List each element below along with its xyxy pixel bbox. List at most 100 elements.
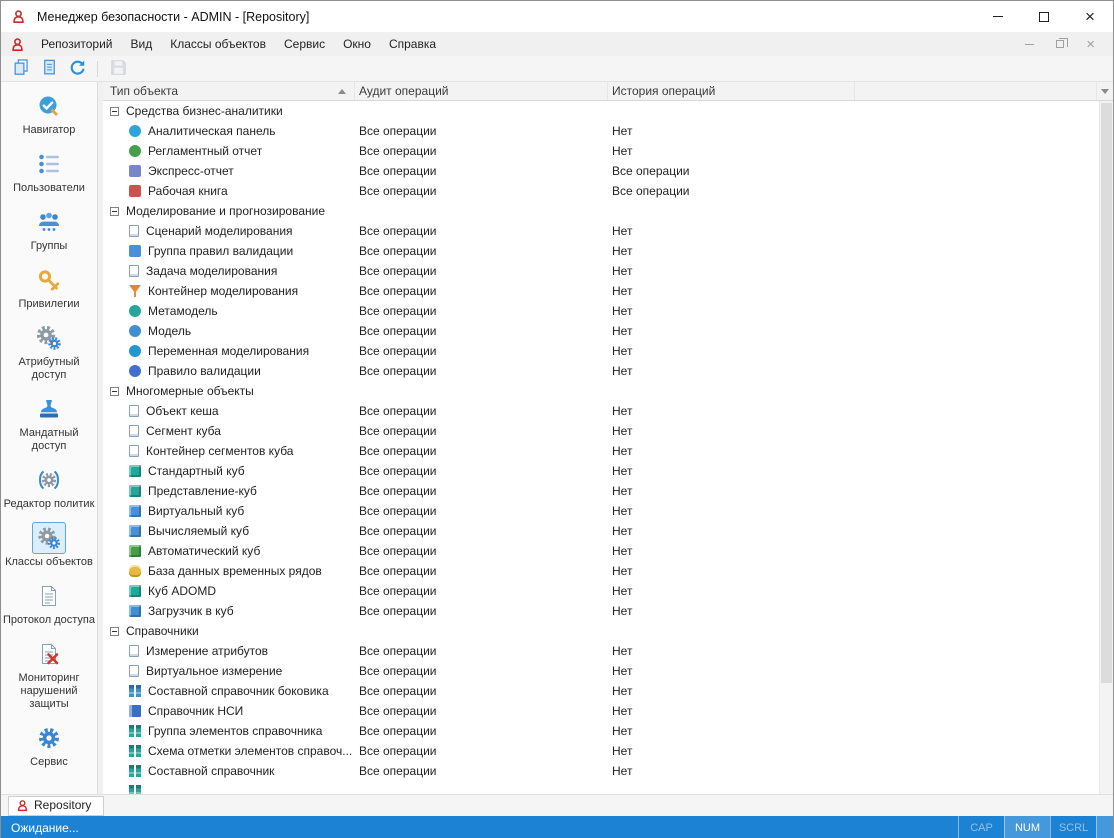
table-row[interactable]: Переменная моделированияВсе операцииНет [103, 341, 1113, 361]
table-row[interactable]: МетамодельВсе операцииНет [103, 301, 1113, 321]
group-row[interactable]: Моделирование и прогнозирование [103, 201, 1113, 221]
table-row[interactable]: Объект кешаВсе операцииНет [103, 401, 1113, 421]
menu-item-0[interactable]: Репозиторий [32, 33, 122, 55]
object-type-label: Сегмент куба [146, 424, 221, 438]
table-row[interactable]: Виртуальное измерениеВсе операцииНет [103, 661, 1113, 681]
table-row[interactable]: Группа правил валидацииВсе операцииНет [103, 241, 1113, 261]
table-row[interactable]: Группа элементов справочникаВсе операции… [103, 721, 1113, 741]
table-row[interactable]: Стандартный кубВсе операцииНет [103, 461, 1113, 481]
collapse-icon[interactable] [110, 387, 119, 396]
audit-value: Все операции [355, 481, 608, 501]
mdi-restore-icon[interactable] [1056, 40, 1064, 48]
minimize-button[interactable] [975, 1, 1021, 32]
object-type-icon [129, 605, 141, 617]
column-header-audit[interactable]: Аудит операций [355, 82, 608, 100]
object-type-icon [129, 765, 141, 777]
table-row[interactable]: Правило валидацииВсе операцииНет [103, 361, 1113, 381]
tab-label: Repository [34, 798, 91, 812]
group-row[interactable]: Многомерные объекты [103, 381, 1113, 401]
sidebar-item-object-classes[interactable]: Классы объектов [1, 517, 97, 575]
column-header-history[interactable]: История операций [608, 82, 855, 100]
sidebar-item-access-log[interactable]: Протокол доступа [1, 575, 97, 633]
sidebar-item-policy-editor[interactable]: Редактор политик [1, 459, 97, 517]
close-button[interactable] [1067, 1, 1113, 32]
table-row[interactable]: Загрузчик в кубВсе операцииНет [103, 601, 1113, 621]
table-row[interactable]: Контейнер сегментов кубаВсе операцииНет [103, 441, 1113, 461]
sidebar-item-label: Группы [31, 240, 68, 253]
history-value: Все операции [608, 181, 855, 201]
maximize-button[interactable] [1021, 1, 1067, 32]
history-value: Нет [608, 361, 855, 381]
collapse-icon[interactable] [110, 627, 119, 636]
table-body: Средства бизнес-аналитики Аналитическая п… [103, 101, 1113, 794]
table-row[interactable]: Справочник НСИВсе операцииНет [103, 701, 1113, 721]
object-type-label: Контейнер моделирования [148, 284, 298, 298]
table-row[interactable]: Сценарий моделированияВсе операцииНет [103, 221, 1113, 241]
table-row[interactable]: Сегмент кубаВсе операцииНет [103, 421, 1113, 441]
audit-value: Все операции [355, 301, 608, 321]
table-row[interactable]: МодельВсе операцииНет [103, 321, 1113, 341]
new-button[interactable] [8, 58, 34, 80]
mdi-minimize-icon[interactable] [1025, 44, 1034, 45]
sidebar-item-users[interactable]: Пользователи [1, 143, 97, 201]
table-row[interactable]: База данных временных рядовВсе операцииН… [103, 561, 1113, 581]
table-row[interactable]: Составной справочникВсе операцииНет [103, 761, 1113, 781]
sidebar-item-attribute-access[interactable]: Атрибутный доступ [1, 317, 97, 388]
sidebar-item-navigator[interactable]: Навигатор [1, 85, 97, 143]
history-value: Нет [608, 141, 855, 161]
column-options-button[interactable] [1097, 82, 1113, 100]
group-row[interactable]: Средства бизнес-аналитики [103, 101, 1113, 121]
copy-button[interactable] [36, 58, 62, 80]
menu-item-4[interactable]: Окно [334, 33, 380, 55]
vertical-scrollbar[interactable] [1099, 101, 1113, 794]
audit-value: Все операции [355, 541, 608, 561]
refresh-button[interactable] [64, 58, 90, 80]
mdi-close-icon[interactable] [1086, 37, 1095, 52]
scrollbar-thumb[interactable] [1101, 103, 1112, 683]
maximize-icon [1039, 12, 1049, 22]
resize-grip[interactable] [1096, 816, 1113, 838]
table-row[interactable]: Рабочая книгаВсе операцииВсе операции [103, 181, 1113, 201]
audit-value: Все операции [355, 221, 608, 241]
menu-item-2[interactable]: Классы объектов [161, 33, 275, 55]
group-label: Средства бизнес-аналитики [126, 104, 283, 118]
sidebar-item-label: Навигатор [23, 124, 76, 137]
menu-item-3[interactable]: Сервис [275, 33, 334, 55]
sidebar-item-groups[interactable]: Группы [1, 201, 97, 259]
history-value: Нет [608, 441, 855, 461]
table-row[interactable]: Регламентный отчетВсе операцииНет [103, 141, 1113, 161]
table-row[interactable]: Автоматический кубВсе операцииНет [103, 541, 1113, 561]
table-row[interactable]: Составной справочник боковикаВсе операци… [103, 681, 1113, 701]
history-value: Нет [608, 261, 855, 281]
group-row[interactable]: Справочники [103, 621, 1113, 641]
collapse-icon[interactable] [110, 107, 119, 116]
menu-item-1[interactable]: Вид [122, 33, 162, 55]
sidebar-item-privileges[interactable]: Привилегии [1, 259, 97, 317]
sidebar-item-violation-monitoring[interactable]: Мониторинг нарушений защиты [1, 633, 97, 717]
table-row[interactable]: Куб ADOMDВсе операцииНет [103, 581, 1113, 601]
object-type-icon [129, 665, 139, 677]
column-header-object-type[interactable]: Тип объекта [103, 82, 355, 100]
document-icon [32, 580, 66, 612]
history-value: Нет [608, 321, 855, 341]
table-row[interactable]: Контейнер моделированияВсе операцииНет [103, 281, 1113, 301]
page-icon [40, 58, 59, 80]
table-row[interactable]: Вычисляемый кубВсе операцииНет [103, 521, 1113, 541]
tab-repository[interactable]: Repository [8, 796, 104, 816]
table-row[interactable]: Измерение атрибутовВсе операцииНет [103, 641, 1113, 661]
audit-value: Все операции [355, 121, 608, 141]
collapse-icon[interactable] [110, 207, 119, 216]
table-row[interactable]: Экспресс-отчетВсе операцииВсе операции [103, 161, 1113, 181]
sidebar-item-mandatory-access[interactable]: Мандатный доступ [1, 388, 97, 459]
sidebar-item-service[interactable]: Сервис [1, 717, 97, 775]
table-row[interactable]: Схема отметки элементов справоч...Все оп… [103, 741, 1113, 761]
table-row[interactable]: Виртуальный кубВсе операцииНет [103, 501, 1113, 521]
object-type-icon [129, 745, 141, 757]
table-row-partial[interactable] [103, 781, 1113, 794]
close-icon [1085, 8, 1095, 25]
table-row[interactable]: Задача моделированияВсе операцииНет [103, 261, 1113, 281]
table-row[interactable]: Аналитическая панельВсе операцииНет [103, 121, 1113, 141]
menu-item-5[interactable]: Справка [380, 33, 445, 55]
object-type-label: Составной справочник [148, 764, 274, 778]
table-row[interactable]: Представление-кубВсе операцииНет [103, 481, 1113, 501]
